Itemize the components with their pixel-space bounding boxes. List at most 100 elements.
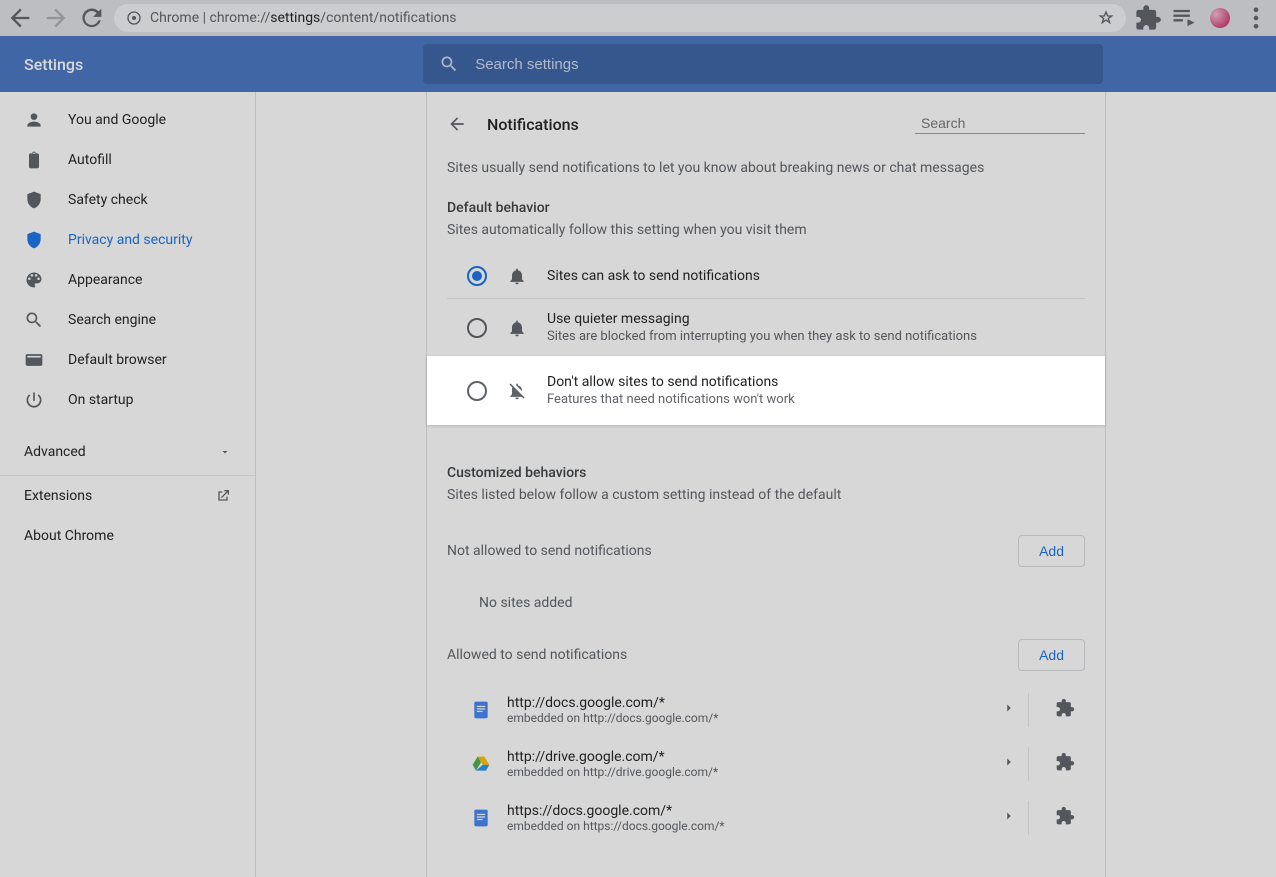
- settings-search[interactable]: [423, 44, 1103, 84]
- settings-header: Settings: [0, 36, 1276, 92]
- settings-search-input[interactable]: [475, 56, 1087, 73]
- no-sites-text: No sites added: [427, 579, 1105, 627]
- sidebar-item-default-browser[interactable]: Default browser: [0, 340, 255, 380]
- extensions-puzzle-icon[interactable]: [1134, 4, 1162, 32]
- person-icon: [24, 110, 44, 130]
- customized-behaviors-title: Customized behaviors: [427, 453, 1105, 487]
- sidebar-about-label: About Chrome: [24, 528, 114, 544]
- site-url: http://drive.google.com/*: [507, 749, 973, 765]
- drive-favicon-icon: [471, 754, 491, 774]
- sidebar-extensions[interactable]: Extensions: [0, 476, 255, 516]
- settings-title: Settings: [24, 55, 83, 74]
- site-embedded-text: embedded on https://docs.google.com/*: [507, 819, 973, 833]
- site-embedded-text: embedded on http://drive.google.com/*: [507, 765, 973, 779]
- bell-icon: [507, 318, 527, 338]
- sidebar-about[interactable]: About Chrome: [0, 516, 255, 556]
- overflow-menu-icon[interactable]: [1242, 4, 1270, 32]
- reload-icon[interactable]: [78, 4, 106, 32]
- browser-icon: [24, 350, 44, 370]
- add-not-allowed-button[interactable]: Add: [1018, 535, 1085, 567]
- chevron-right-icon[interactable]: [989, 693, 1029, 727]
- extension-puzzle-icon[interactable]: [1045, 806, 1085, 830]
- page-header: Notifications: [427, 92, 1105, 156]
- site-url: https://docs.google.com/*: [507, 803, 973, 819]
- sidebar-advanced[interactable]: Advanced: [0, 428, 255, 476]
- media-control-icon[interactable]: [1170, 4, 1198, 32]
- radio-sublabel: Sites are blocked from interrupting you …: [547, 329, 977, 344]
- sidebar-item-label: Search engine: [68, 312, 156, 328]
- radio-label: Don't allow sites to send notifications: [547, 374, 795, 390]
- bookmark-star-icon[interactable]: [1098, 10, 1114, 26]
- back-arrow-icon[interactable]: [447, 114, 467, 134]
- profile-avatar[interactable]: [1206, 4, 1234, 32]
- sidebar-item-autofill[interactable]: Autofill: [0, 140, 255, 180]
- extension-puzzle-icon[interactable]: [1045, 698, 1085, 722]
- sidebar-item-label: You and Google: [68, 112, 166, 128]
- settings-sidebar: You and Google Autofill Safety check Pri…: [0, 92, 256, 877]
- chevron-down-icon: [219, 446, 231, 458]
- shield-check-icon: [24, 190, 44, 210]
- power-icon: [24, 390, 44, 410]
- open-in-new-icon: [215, 488, 231, 504]
- chevron-right-icon[interactable]: [989, 801, 1029, 835]
- site-url: http://docs.google.com/*: [507, 695, 973, 711]
- bell-icon: [507, 266, 527, 286]
- page-search[interactable]: [915, 115, 1085, 134]
- default-behavior-title: Default behavior: [427, 200, 1105, 222]
- sidebar-item-label: On startup: [68, 392, 134, 408]
- chevron-right-icon[interactable]: [989, 747, 1029, 781]
- sidebar-item-label: Appearance: [68, 272, 142, 288]
- bell-off-icon: [507, 381, 527, 401]
- radio-button[interactable]: [467, 318, 487, 338]
- site-embedded-text: embedded on http://docs.google.com/*: [507, 711, 973, 725]
- sidebar-item-label: Safety check: [68, 192, 148, 208]
- page-search-input[interactable]: [921, 115, 1102, 131]
- sidebar-item-label: Autofill: [68, 152, 112, 168]
- search-icon: [439, 54, 459, 74]
- not-allowed-header: Not allowed to send notifications Add: [427, 523, 1105, 579]
- page-description: Sites usually send notifications to let …: [427, 156, 1105, 200]
- sidebar-item-search-engine[interactable]: Search engine: [0, 300, 255, 340]
- radio-sublabel: Features that need notifications won't w…: [547, 392, 795, 407]
- back-icon[interactable]: [6, 4, 34, 32]
- not-allowed-label: Not allowed to send notifications: [447, 543, 652, 559]
- sidebar-item-privacy-security[interactable]: Privacy and security: [0, 220, 255, 260]
- clipboard-icon: [24, 150, 44, 170]
- url-text: Chrome | chrome://settings/content/notif…: [150, 10, 457, 26]
- radio-sites-can-ask[interactable]: Sites can ask to send notifications: [447, 254, 1085, 298]
- allowed-site-row[interactable]: https://docs.google.com/* embedded on ht…: [427, 791, 1105, 845]
- sidebar-item-safety-check[interactable]: Safety check: [0, 180, 255, 220]
- browser-toolbar: Chrome | chrome://settings/content/notif…: [0, 0, 1276, 36]
- sidebar-item-on-startup[interactable]: On startup: [0, 380, 255, 420]
- sidebar-item-you-and-google[interactable]: You and Google: [0, 100, 255, 140]
- radio-button[interactable]: [467, 381, 487, 401]
- sidebar-item-label: Default browser: [68, 352, 167, 368]
- forward-icon[interactable]: [42, 4, 70, 32]
- radio-dont-allow[interactable]: Don't allow sites to send notifications F…: [427, 356, 1105, 425]
- chrome-icon: [126, 10, 142, 26]
- page-title: Notifications: [487, 115, 579, 134]
- customized-behaviors-subtitle: Sites listed below follow a custom setti…: [427, 487, 1105, 523]
- radio-quieter-messaging[interactable]: Use quieter messaging Sites are blocked f…: [447, 298, 1085, 356]
- sidebar-advanced-label: Advanced: [24, 444, 86, 460]
- default-behavior-subtitle: Sites automatically follow this setting …: [427, 222, 1105, 254]
- palette-icon: [24, 270, 44, 290]
- allowed-site-row[interactable]: http://docs.google.com/* embedded on htt…: [427, 683, 1105, 737]
- content-area: Notifications Sites usually send notific…: [256, 92, 1276, 877]
- sidebar-item-label: Privacy and security: [68, 232, 192, 248]
- address-bar[interactable]: Chrome | chrome://settings/content/notif…: [114, 4, 1126, 32]
- shield-icon: [24, 230, 44, 250]
- radio-label: Sites can ask to send notifications: [547, 268, 760, 284]
- add-allowed-button[interactable]: Add: [1018, 639, 1085, 671]
- radio-label: Use quieter messaging: [547, 311, 977, 327]
- sidebar-item-appearance[interactable]: Appearance: [0, 260, 255, 300]
- allowed-site-row[interactable]: http://drive.google.com/* embedded on ht…: [427, 737, 1105, 791]
- sidebar-extensions-label: Extensions: [24, 488, 92, 504]
- docs-favicon-icon: [471, 700, 491, 720]
- radio-button[interactable]: [467, 266, 487, 286]
- search-icon: [24, 310, 44, 330]
- allowed-label: Allowed to send notifications: [447, 647, 627, 663]
- allowed-header: Allowed to send notifications Add: [427, 627, 1105, 683]
- extension-puzzle-icon[interactable]: [1045, 752, 1085, 776]
- docs-favicon-icon: [471, 808, 491, 828]
